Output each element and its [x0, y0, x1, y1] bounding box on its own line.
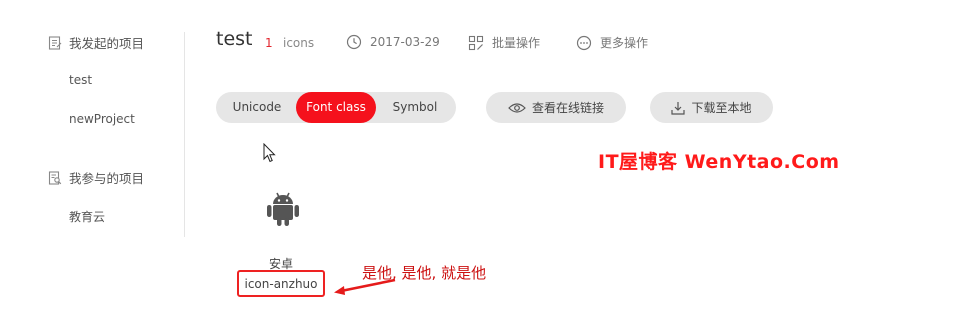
project-title: test: [216, 28, 253, 50]
annotation-text: 是他, 是他, 就是他: [362, 264, 487, 282]
sidebar-item-test[interactable]: test: [69, 73, 92, 87]
created-date: 2017-03-29: [346, 34, 440, 50]
eye-icon: [508, 102, 526, 113]
download-icon: [671, 101, 686, 115]
sidebar-section-my-projects[interactable]: 我发起的项目: [48, 33, 144, 52]
download-local-label: 下载至本地: [691, 101, 752, 115]
grid-edit-icon: [468, 35, 484, 50]
tab-symbol[interactable]: Symbol: [380, 92, 450, 123]
code-mode-toggle: Unicode Font class Symbol: [216, 92, 456, 123]
clock-icon: [346, 34, 362, 50]
batch-operations-label: 批量操作: [492, 36, 541, 50]
more-operations-label: 更多操作: [600, 36, 649, 50]
sidebar-item-newproject[interactable]: newProject: [69, 112, 135, 126]
mouse-cursor-icon: [263, 143, 276, 163]
sidebar-item-jiaoyuyun[interactable]: 教育云: [69, 208, 105, 225]
android-icon: [267, 192, 299, 226]
view-online-link-label: 查看在线链接: [531, 101, 604, 115]
tab-font-class[interactable]: Font class: [296, 92, 376, 123]
more-operations-button[interactable]: 更多操作: [576, 34, 648, 51]
sidebar-divider: [184, 32, 185, 237]
sidebar-section-label: 我发起的项目: [69, 36, 145, 51]
icon-count: 1: [265, 36, 273, 50]
icon-count-unit: icons: [283, 36, 315, 50]
iconfont-project-page: 我发起的项目 test newProject 我参与的项目 教育云 test 1…: [0, 0, 972, 322]
document-list-icon: [48, 35, 62, 50]
created-date-text: 2017-03-29: [370, 35, 440, 49]
tab-unicode[interactable]: Unicode: [222, 92, 292, 123]
icon-class-name-text: icon-anzhuo: [244, 276, 318, 291]
download-local-button[interactable]: 下载至本地: [650, 92, 773, 123]
view-online-link-button[interactable]: 查看在线链接: [486, 92, 626, 123]
sidebar-section-label: 我参与的项目: [69, 171, 145, 186]
document-search-icon: [48, 170, 62, 185]
sidebar-section-joined-projects[interactable]: 我参与的项目: [48, 168, 144, 187]
blog-watermark: IT屋博客 WenYtao.Com: [598, 151, 840, 173]
icon-class-name[interactable]: icon-anzhuo: [237, 270, 325, 297]
batch-operations-button[interactable]: 批量操作: [468, 34, 540, 51]
more-dots-icon: [576, 35, 592, 50]
project-sidebar: 我发起的项目 test newProject 我参与的项目 教育云: [0, 0, 186, 322]
